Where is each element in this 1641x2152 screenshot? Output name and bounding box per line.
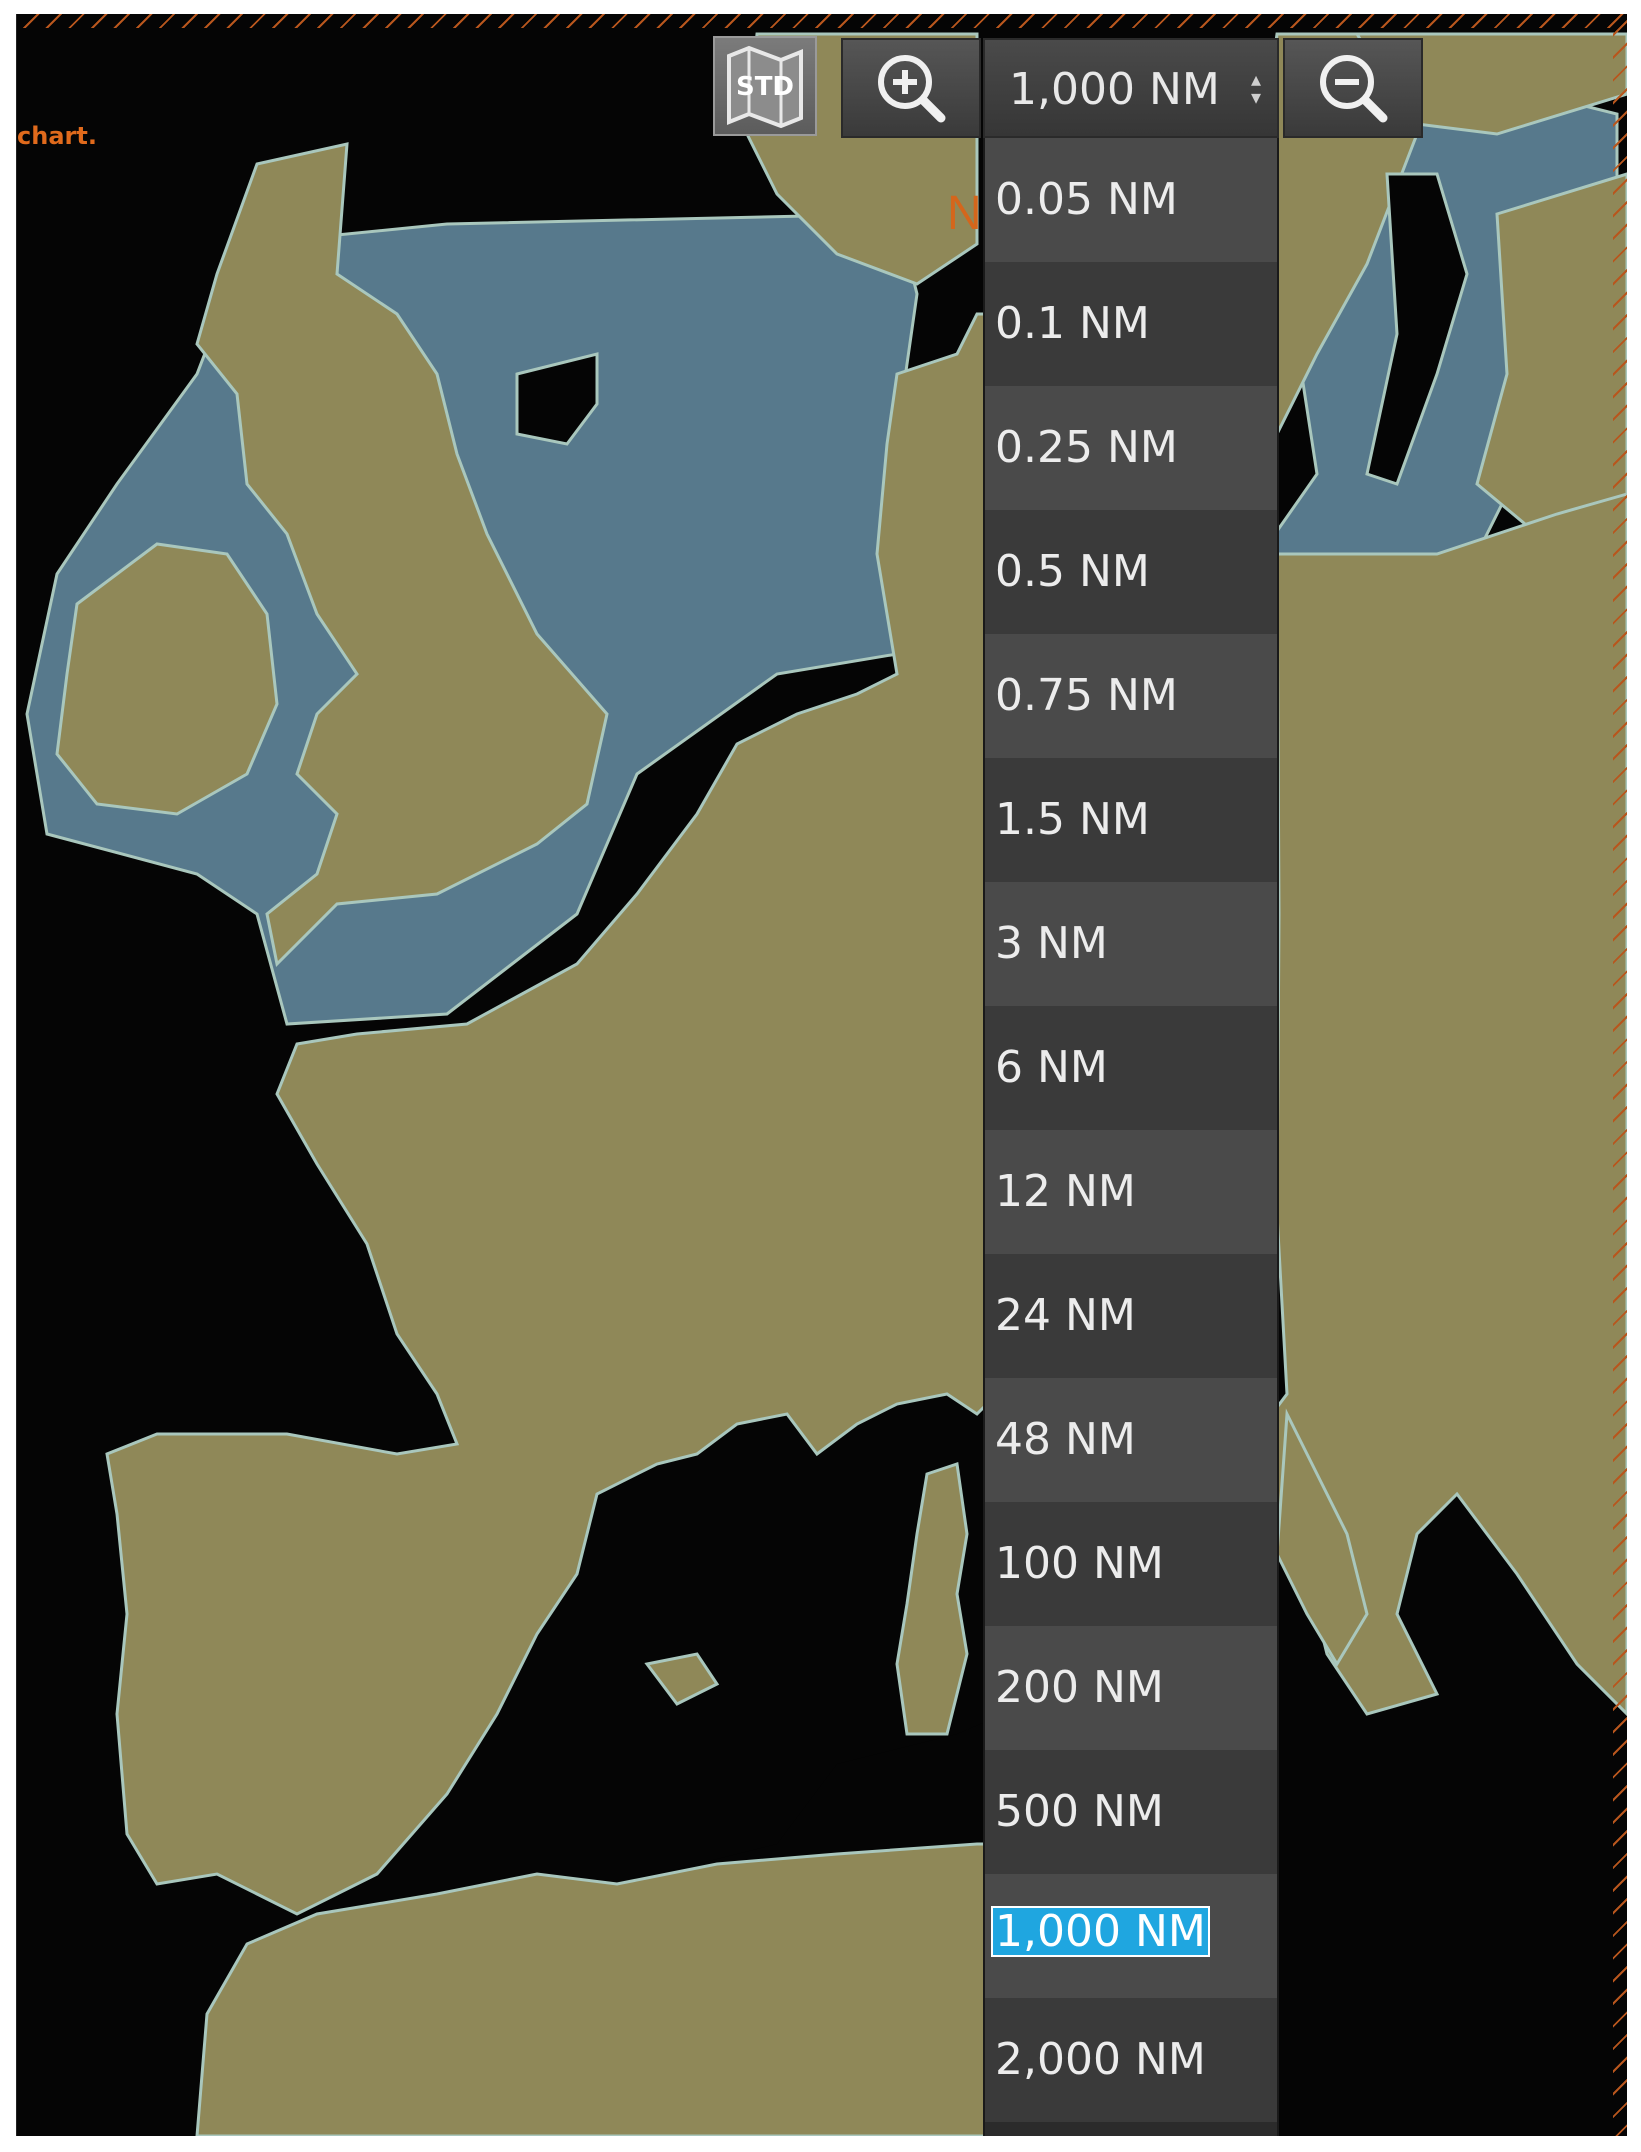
- scale-option[interactable]: 0.05 NM: [985, 138, 1277, 262]
- nautical-chart-map[interactable]: [17, 14, 1627, 2136]
- scale-option[interactable]: 2,000 NM: [985, 1998, 1277, 2122]
- chart-status-message: chart.: [17, 122, 97, 150]
- scale-select-value: 1,000 NM: [1009, 64, 1220, 115]
- up-down-arrows-icon: ▴ ▾: [1250, 67, 1261, 109]
- scale-option-label: 0.25 NM: [995, 422, 1178, 473]
- scale-option-label: 0.75 NM: [995, 670, 1178, 721]
- scale-option[interactable]: 24 NM: [985, 1254, 1277, 1378]
- std-display-button[interactable]: STD: [713, 36, 817, 136]
- scale-option-label: 200 NM: [995, 1662, 1164, 1713]
- zoom-in-button[interactable]: [841, 38, 981, 138]
- zoom-out-icon: [1320, 55, 1388, 123]
- scale-option[interactable]: 1.5 NM: [985, 758, 1277, 882]
- scale-option-label: 1,000 NM: [991, 1906, 1210, 1957]
- scale-option[interactable]: 12 NM: [985, 1130, 1277, 1254]
- scale-option-label: 6 NM: [995, 1042, 1108, 1093]
- scale-select[interactable]: 1,000 NM ▴ ▾: [983, 38, 1279, 138]
- zoom-in-icon: [878, 55, 946, 123]
- scale-option-label: 12 NM: [995, 1166, 1136, 1217]
- scale-option[interactable]: 1,000 NM: [985, 1874, 1277, 1998]
- scale-option-label: 24 NM: [995, 1290, 1136, 1341]
- scale-option-label: 100 NM: [995, 1538, 1164, 1589]
- scale-option[interactable]: 6 NM: [985, 1006, 1277, 1130]
- zoom-out-button[interactable]: [1283, 38, 1423, 138]
- scale-option[interactable]: 0.5 NM: [985, 510, 1277, 634]
- scale-option-label: 48 NM: [995, 1414, 1136, 1465]
- scale-option[interactable]: 48 NM: [985, 1378, 1277, 1502]
- scale-option-label: 500 NM: [995, 1786, 1164, 1837]
- scale-option[interactable]: 200 NM: [985, 1626, 1277, 1750]
- scale-option[interactable]: 0.1 NM: [985, 262, 1277, 386]
- scale-option-label: 0.5 NM: [995, 546, 1150, 597]
- scale-option-label: 0.1 NM: [995, 298, 1150, 349]
- scale-option[interactable]: 0.25 NM: [985, 386, 1277, 510]
- scale-option-label: 1.5 NM: [995, 794, 1150, 845]
- scale-option-label: 0.05 NM: [995, 174, 1178, 225]
- scale-option-label: 3 NM: [995, 918, 1108, 969]
- scale-option[interactable]: 100 NM: [985, 1502, 1277, 1626]
- scale-option[interactable]: 0.75 NM: [985, 634, 1277, 758]
- std-label: STD: [735, 72, 795, 102]
- scale-dropdown-list[interactable]: 0.05 NM 0.1 NM 0.25 NM 0.5 NM 0.75 NM 1.5 NM 3…: [983, 138, 1279, 2136]
- scale-option[interactable]: 3 NM: [985, 882, 1277, 1006]
- chart-viewport[interactable]: chart. N D STD 1,000 NM ▴▾: [16, 14, 1627, 2136]
- scale-option[interactable]: 500 NM: [985, 1750, 1277, 1874]
- scale-option-label: 2,000 NM: [995, 2034, 1206, 2085]
